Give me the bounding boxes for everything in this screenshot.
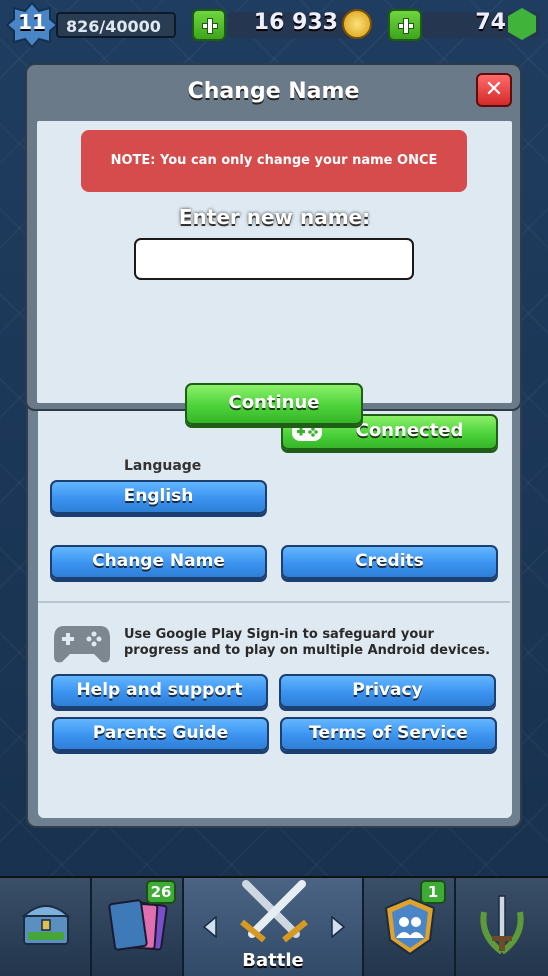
continue-button[interactable]: Continue	[185, 383, 363, 425]
dialog-body: NOTE: You can only change your name ONCE…	[37, 121, 512, 425]
player-level: 11	[18, 10, 46, 34]
buy-gold-button[interactable]	[192, 9, 226, 41]
change-name-dialog: Change Name ✕ NOTE: You can only change …	[25, 63, 522, 425]
nav-battle-tab[interactable]: Battle	[184, 878, 364, 976]
privacy-button[interactable]: Privacy	[279, 674, 496, 708]
xp-progress: 826/40000	[56, 12, 176, 38]
gold-coin-icon	[342, 9, 372, 39]
parents-guide-button[interactable]: Parents Guide	[52, 717, 269, 751]
enter-name-label: Enter new name:	[178, 205, 371, 229]
gem-icon	[508, 8, 536, 40]
language-label: Language	[124, 458, 202, 474]
google-play-info-text: Use Google Play Sign-in to safeguard you…	[124, 627, 491, 658]
terms-of-service-button[interactable]: Terms of Service	[280, 717, 497, 751]
cards-icon	[108, 899, 168, 951]
name-change-warning: NOTE: You can only change your name ONCE	[81, 130, 467, 192]
close-dialog-button[interactable]: ✕	[476, 73, 512, 107]
clan-shield-icon	[384, 896, 436, 956]
settings-panel	[26, 386, 522, 828]
language-select-button[interactable]: English	[50, 480, 267, 514]
top-resource-bar: 11 826/40000 16 933 74	[0, 0, 548, 50]
close-icon: ✕	[484, 77, 504, 102]
clan-badge: 1	[420, 880, 446, 904]
credits-button[interactable]: Credits	[281, 545, 498, 579]
treasure-chest-icon	[21, 905, 71, 945]
gold-amount: 16 933	[253, 10, 338, 35]
nav-tournaments-tab[interactable]	[456, 878, 548, 976]
arrow-right-icon[interactable]	[330, 916, 346, 938]
nav-clan-tab[interactable]: 1	[364, 878, 456, 976]
arrow-left-icon[interactable]	[202, 916, 218, 938]
gem-amount: 74	[475, 10, 506, 35]
new-name-input[interactable]	[134, 238, 414, 280]
divider	[38, 601, 510, 603]
dialog-title: Change Name	[187, 79, 360, 104]
laurel-sword-icon	[480, 895, 524, 955]
nav-cards-tab[interactable]: 26	[92, 878, 184, 976]
nav-shop-tab[interactable]	[0, 878, 92, 976]
cards-badge: 26	[146, 880, 176, 904]
change-name-button[interactable]: Change Name	[50, 545, 267, 579]
settings-panel-body	[38, 388, 512, 818]
gem-counter: 74	[422, 8, 540, 40]
crossed-swords-icon	[240, 880, 308, 943]
bottom-navigation: 26 Battle 1	[0, 876, 548, 976]
gold-counter: 16 933	[228, 9, 372, 39]
google-play-games-icon	[54, 626, 110, 663]
buy-gems-button[interactable]	[388, 9, 422, 41]
help-and-support-button[interactable]: Help and support	[51, 674, 268, 708]
battle-tab-label: Battle	[242, 950, 304, 971]
